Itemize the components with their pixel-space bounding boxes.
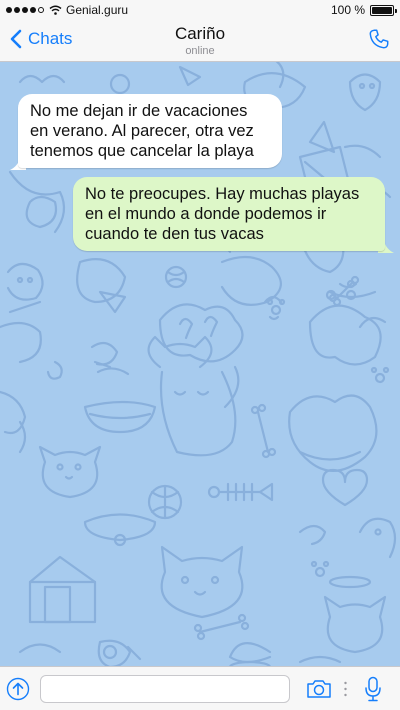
battery-level bbox=[372, 6, 392, 14]
camera-icon[interactable] bbox=[306, 678, 332, 700]
message-input[interactable] bbox=[40, 675, 290, 703]
chat-area[interactable]: No me dejan ir de vacaciones en verano. … bbox=[0, 62, 400, 666]
incoming-message-bubble[interactable]: No me dejan ir de vacaciones en verano. … bbox=[18, 94, 282, 168]
message-composer bbox=[0, 666, 400, 710]
phone-icon[interactable] bbox=[368, 28, 390, 50]
separator-icon bbox=[344, 681, 347, 697]
navigation-bar: Chats Cariño online bbox=[0, 20, 400, 62]
outgoing-message-bubble[interactable]: No te preocupes. Hay muchas playas en el… bbox=[73, 177, 385, 251]
status-bar: Genial.guru 100 % bbox=[0, 0, 400, 20]
arrow-up-icon[interactable] bbox=[6, 677, 30, 701]
carrier-name: Genial.guru bbox=[66, 3, 129, 17]
contact-name: Cariño bbox=[174, 24, 226, 43]
wifi-icon bbox=[49, 5, 62, 15]
microphone-icon[interactable] bbox=[364, 676, 382, 702]
signal-strength-icon bbox=[6, 7, 44, 13]
battery-percentage: 100 % bbox=[330, 3, 365, 17]
contact-status: online bbox=[185, 45, 215, 57]
battery-icon bbox=[370, 4, 397, 16]
